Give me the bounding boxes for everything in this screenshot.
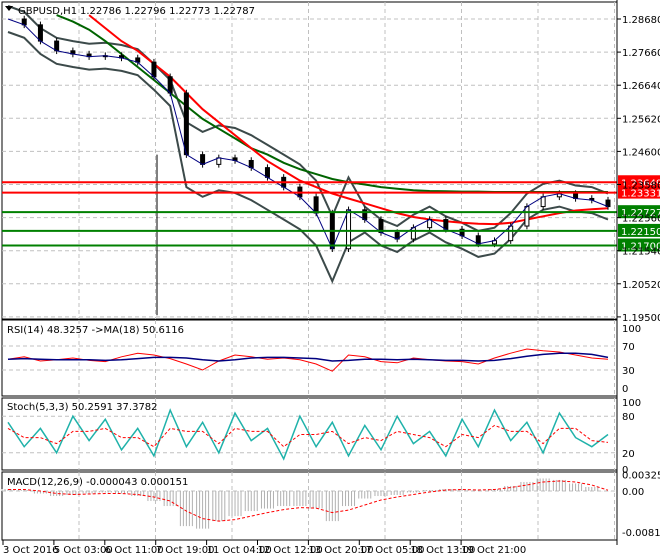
- candle-body: [167, 76, 173, 94]
- candle-body: [200, 154, 206, 165]
- price-tick-label: 1.20520: [622, 280, 660, 291]
- rsi-tick-label: 0: [622, 384, 628, 395]
- price-tick-label: 1.23580: [622, 181, 660, 192]
- candle-body: [151, 61, 157, 78]
- candle-body: [313, 196, 319, 214]
- time-tick-label: 19 Oct 21:00: [461, 545, 526, 556]
- stoch-tick-label: 80: [622, 412, 635, 423]
- candle-body: [524, 206, 530, 227]
- rsi-tick-label: 100: [622, 324, 641, 335]
- rsi-label: RSI(14) 48.3257 ->MA(18) 50.6116: [7, 325, 184, 336]
- macd-tick-label: 0.003252: [622, 471, 660, 482]
- candle-body: [54, 40, 60, 52]
- price-tick-label: 1.22560: [622, 214, 660, 225]
- candle-body: [540, 196, 546, 208]
- price-tick-label: 1.27660: [622, 48, 660, 59]
- symbol-label: GBPUSD,H1: [18, 6, 77, 17]
- candle-body: [183, 92, 189, 156]
- price-tick-label: 1.24600: [622, 147, 660, 158]
- price-tick-label: 1.25620: [622, 114, 660, 125]
- time-tick-label: 3 Oct 2016: [3, 545, 58, 556]
- ma-green-line: [56, 14, 608, 193]
- macd-tick-label: -0.008171: [622, 528, 660, 539]
- stoch-label: Stoch(5,3,3) 50.2591 37.3782: [7, 402, 158, 413]
- price-tick-label: 1.28680: [622, 15, 660, 26]
- panel-frames: [1, 1, 618, 541]
- stoch-tick-label: 20: [622, 449, 635, 460]
- grid: [2, 2, 617, 540]
- price-tick-label: 1.26640: [622, 81, 660, 92]
- price-tick-label: 1.21540: [622, 247, 660, 258]
- dropdown-arrow-icon[interactable]: [5, 6, 13, 11]
- macd-tick-label: 0.00: [622, 487, 644, 498]
- candle-body: [410, 227, 416, 240]
- candle-body: [37, 24, 43, 42]
- candle-body: [443, 219, 449, 230]
- rsi-tick-label: 30: [622, 366, 635, 377]
- rsi-tick-label: 70: [622, 342, 635, 353]
- candle-body: [508, 225, 514, 242]
- ohlc-values: 1.22786 1.22796 1.22773 1.22787: [80, 6, 255, 17]
- chart-canvas[interactable]: 1.236491.233311.227271.221501.21700 1.28…: [0, 0, 660, 560]
- candle-body: [264, 167, 270, 178]
- stoch-tick-label: 100: [622, 398, 641, 409]
- candle-body: [346, 209, 352, 250]
- price-tick-label: 1.19500: [622, 313, 660, 324]
- panel-frame: [1, 1, 618, 320]
- level-price-label: 1.22150: [621, 227, 660, 238]
- macd-label: MACD(12,26,9) -0.000043 0.000151: [7, 477, 188, 488]
